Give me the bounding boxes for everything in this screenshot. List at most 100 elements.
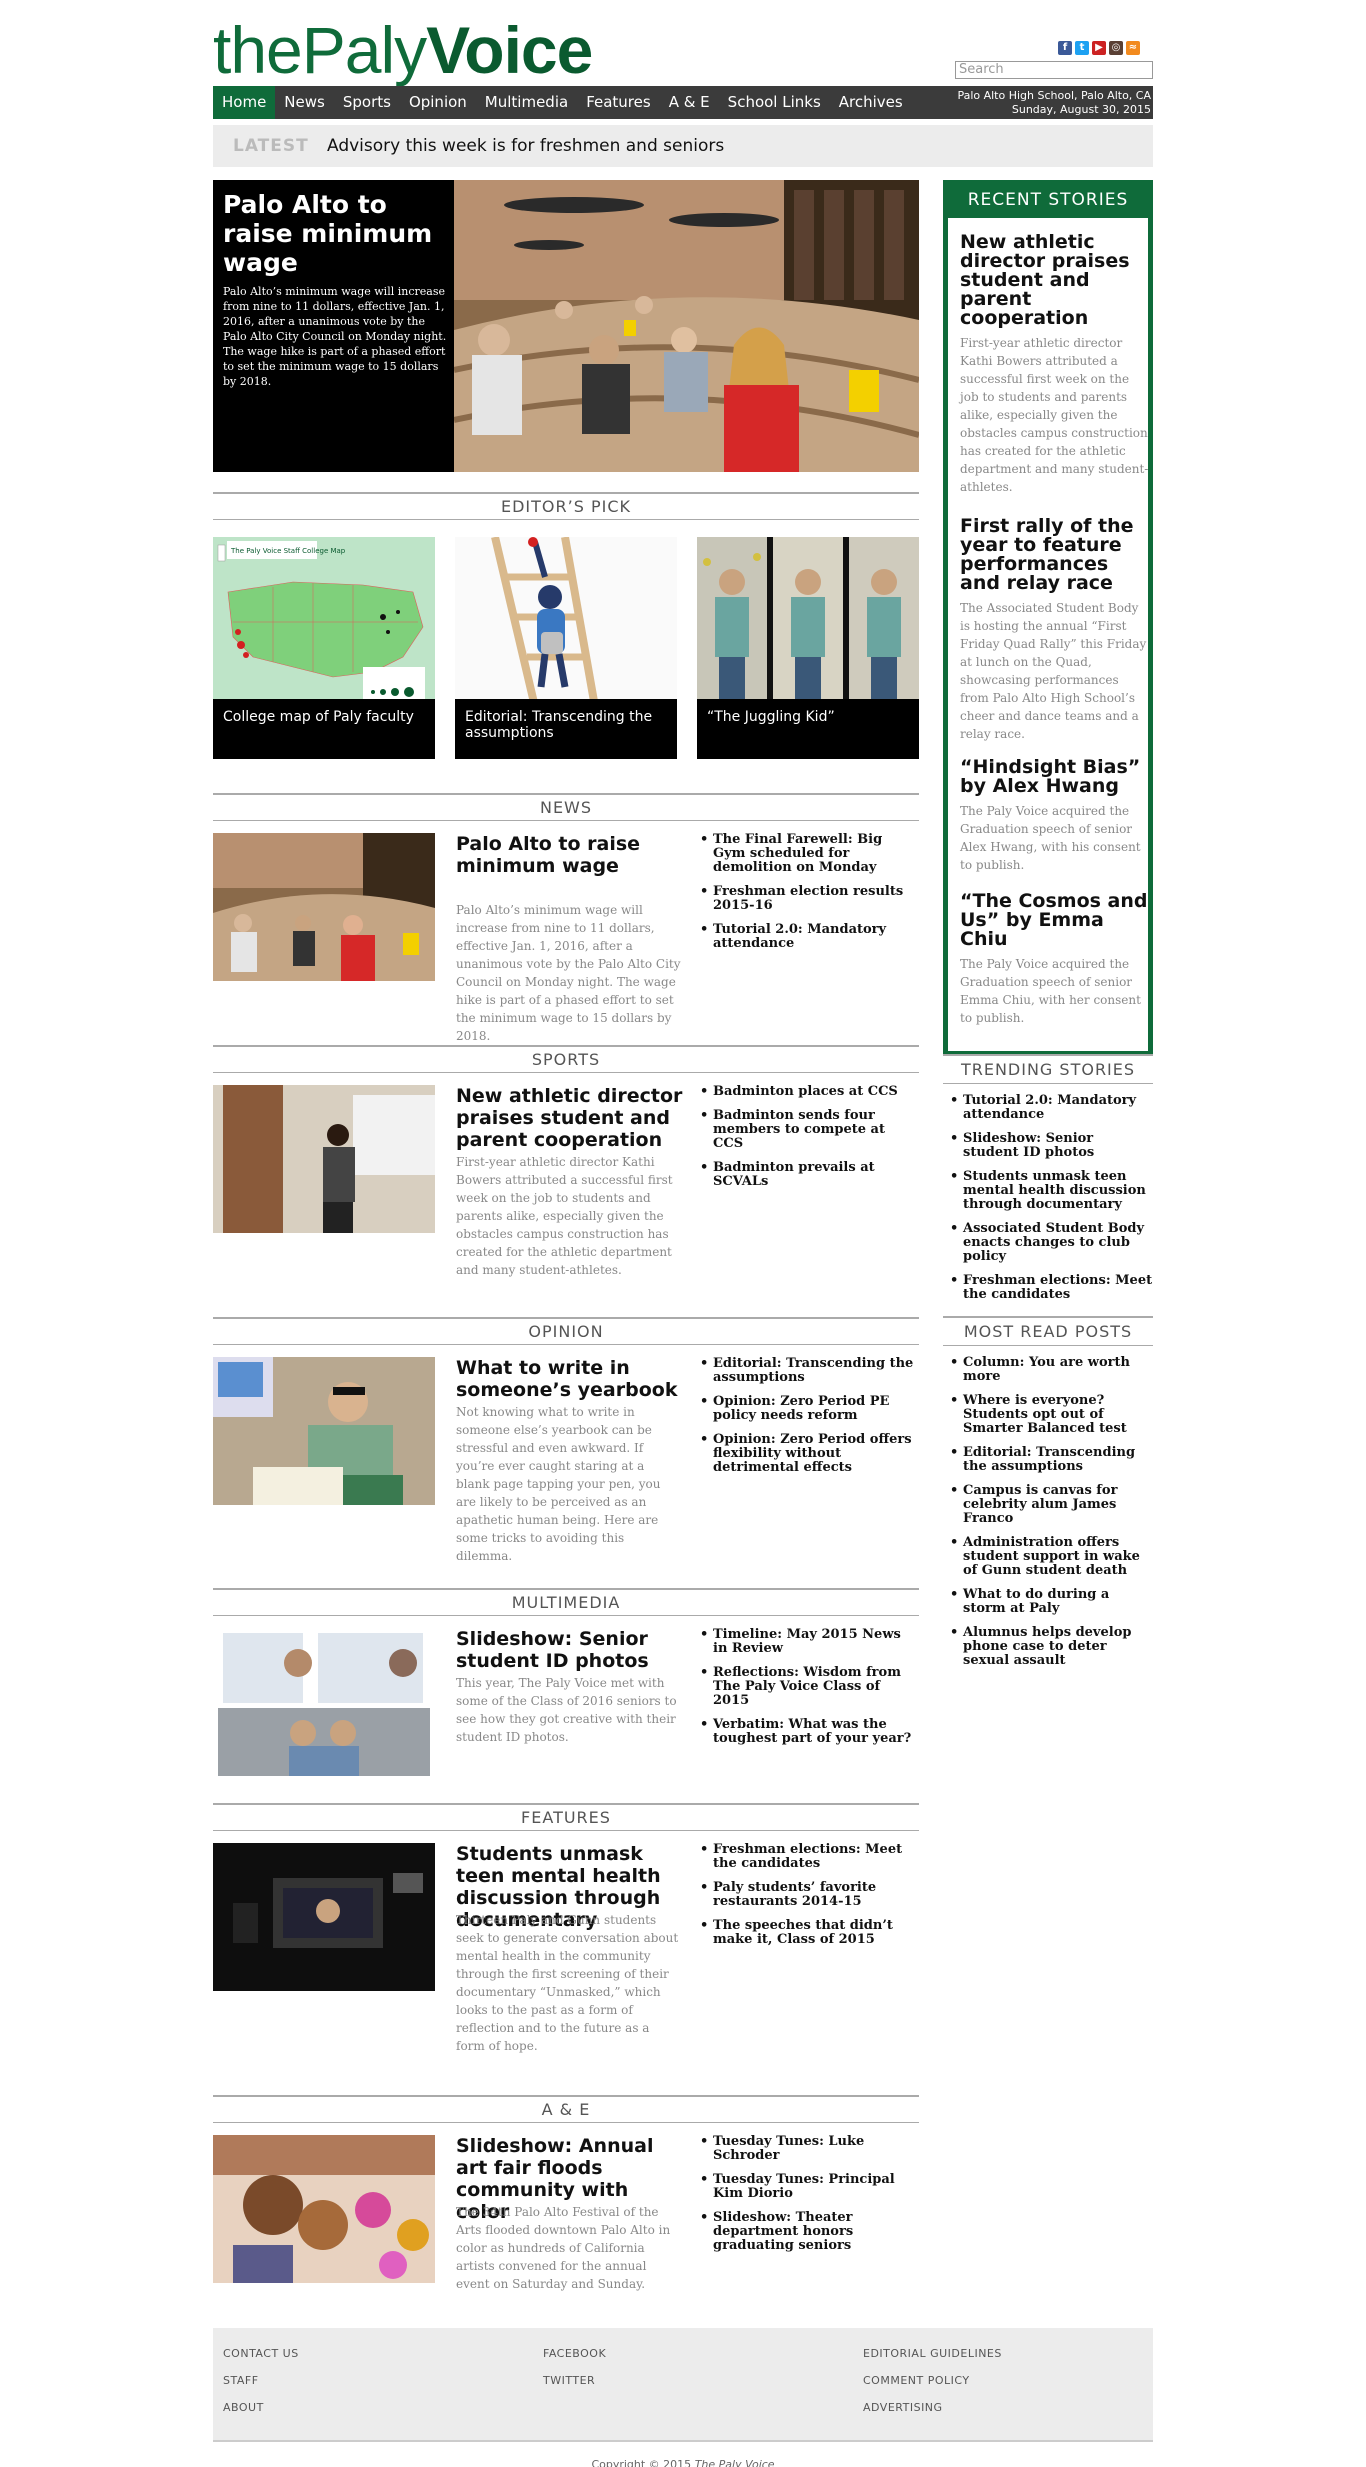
most-read-item[interactable]: Administration offers student support in…: [943, 1536, 1153, 1578]
section-link[interactable]: Editorial: Transcending the assumptions: [693, 1357, 918, 1385]
twitter-icon[interactable]: t: [1075, 41, 1089, 55]
news-thumbnail[interactable]: [213, 833, 435, 981]
trending-item[interactable]: Freshman elections: Meet the candidates: [943, 1274, 1153, 1302]
section-link[interactable]: Badminton sends four members to compete …: [693, 1109, 918, 1151]
facebook-icon[interactable]: f: [1058, 41, 1072, 55]
footer-link[interactable]: ABOUT: [223, 2402, 299, 2414]
main-navigation: Home News Sports Opinion Multimedia Features A…: [213, 86, 1153, 119]
footer-link[interactable]: EDITORIAL GUIDELINES: [863, 2348, 1002, 2360]
recent-story[interactable]: First rally of the year to feature perfo…: [960, 517, 1150, 743]
pick-caption[interactable]: “The Juggling Kid”: [697, 699, 919, 759]
recent-story-title[interactable]: “The Cosmos and Us” by Emma Chiu: [960, 892, 1150, 949]
footer-link[interactable]: FACEBOOK: [543, 2348, 606, 2360]
multimedia-thumbnail[interactable]: [213, 1628, 435, 1776]
nav-item[interactable]: News: [275, 86, 334, 119]
section-link[interactable]: Verbatim: What was the toughest part of …: [693, 1718, 918, 1746]
ae-thumbnail[interactable]: [213, 2135, 435, 2283]
pick-caption[interactable]: College map of Paly faculty: [213, 699, 435, 759]
most-read-item[interactable]: Where is everyone? Students opt out of S…: [943, 1394, 1153, 1436]
recent-story-title[interactable]: First rally of the year to feature perfo…: [960, 517, 1150, 593]
trending-item[interactable]: Associated Student Body enacts changes t…: [943, 1222, 1153, 1264]
footer-link[interactable]: TWITTER: [543, 2375, 606, 2387]
recent-story-summary: The Paly Voice acquired the Graduation s…: [960, 957, 1141, 1025]
section-row: Students unmask teen mental health discu…: [213, 1831, 919, 2053]
sports-thumbnail[interactable]: [213, 1085, 435, 1233]
most-read-item[interactable]: Alumnus helps develop phone case to dete…: [943, 1626, 1153, 1668]
section-heading: A & E: [213, 2095, 919, 2123]
section-link[interactable]: The speeches that didn’t make it, Class …: [693, 1919, 918, 1947]
recent-story[interactable]: New athletic director praises student an…: [960, 233, 1150, 496]
map-title: The Paly Voice Staff College Map: [230, 547, 346, 555]
section-row: What to write in someone’s yearbook Not k…: [213, 1345, 919, 1565]
section-link[interactable]: Freshman election results 2015-16: [693, 885, 918, 913]
section-story-title[interactable]: Slideshow: Senior student ID photos: [456, 1628, 686, 1672]
section-links: Editorial: Transcending the assumptions O…: [693, 1357, 918, 1485]
current-date: Sunday, August 30, 2015: [1011, 103, 1151, 116]
section-link[interactable]: Tuesday Tunes: Luke Schroder: [693, 2135, 918, 2163]
section-link[interactable]: Tuesday Tunes: Principal Kim Diorio: [693, 2173, 918, 2201]
section-story-summary: The 34th Palo Alto Festival of the Arts …: [456, 2205, 671, 2291]
copyright: Copyright © 2015 The Paly Voice: [213, 2458, 1153, 2467]
section-story-title[interactable]: What to write in someone’s yearbook: [456, 1357, 686, 1401]
recent-story-summary: The Paly Voice acquired the Graduation s…: [960, 804, 1141, 872]
recent-story-title[interactable]: “Hindsight Bias” by Alex Hwang: [960, 758, 1150, 796]
most-read-item[interactable]: Campus is canvas for celebrity alum Jame…: [943, 1484, 1153, 1526]
instagram-icon[interactable]: ◎: [1109, 41, 1123, 55]
footer-link[interactable]: COMMENT POLICY: [863, 2375, 1002, 2387]
recent-story[interactable]: “The Cosmos and Us” by Emma Chiu The Pal…: [960, 892, 1150, 1027]
most-read-heading: MOST READ POSTS: [943, 1316, 1153, 1346]
section-link[interactable]: Slideshow: Theater department honors gra…: [693, 2211, 918, 2253]
section-link[interactable]: Tutorial 2.0: Mandatory attendance: [693, 923, 918, 951]
nav-item[interactable]: A & E: [660, 86, 719, 119]
footer-link[interactable]: ADVERTISING: [863, 2402, 1002, 2414]
featured-story[interactable]: Palo Alto to raise minimum wage Palo Alt…: [213, 180, 919, 472]
section-story-title[interactable]: New athletic director praises student an…: [456, 1085, 686, 1151]
search-input[interactable]: Search: [955, 61, 1153, 79]
most-read-item[interactable]: Editorial: Transcending the assumptions: [943, 1446, 1153, 1474]
latest-headline[interactable]: Advisory this week is for freshmen and s…: [327, 136, 724, 156]
section-story-title[interactable]: Palo Alto to raise minimum wage: [456, 833, 686, 877]
recent-story[interactable]: “Hindsight Bias” by Alex Hwang The Paly …: [960, 758, 1150, 874]
nav-item[interactable]: Multimedia: [476, 86, 577, 119]
most-read-item[interactable]: What to do during a storm at Paly: [943, 1588, 1153, 1616]
footer-link[interactable]: CONTACT US: [223, 2348, 299, 2360]
logo-voice: Voice: [426, 13, 593, 87]
site-logo[interactable]: thePalyVoice: [213, 13, 593, 87]
trending-item[interactable]: Slideshow: Senior student ID photos: [943, 1132, 1153, 1160]
recent-story-title[interactable]: New athletic director praises student an…: [960, 233, 1150, 328]
section-link[interactable]: Timeline: May 2015 News in Review: [693, 1628, 918, 1656]
section-link[interactable]: Badminton prevails at SCVALs: [693, 1161, 918, 1189]
section-link[interactable]: Freshman elections: Meet the candidates: [693, 1843, 918, 1871]
nav-item[interactable]: Archives: [830, 86, 912, 119]
nav-item[interactable]: Home: [213, 86, 276, 119]
features-thumbnail[interactable]: [213, 1843, 435, 1991]
editors-pick-heading: EDITOR’S PICK: [213, 492, 919, 520]
section-row: New athletic director praises student an…: [213, 1073, 919, 1293]
trending-item[interactable]: Tutorial 2.0: Mandatory attendance: [943, 1094, 1153, 1122]
opinion-thumbnail[interactable]: [213, 1357, 435, 1505]
section-link[interactable]: The Final Farewell: Big Gym scheduled fo…: [693, 833, 918, 875]
most-read-item[interactable]: Column: You are worth more: [943, 1356, 1153, 1384]
section-link[interactable]: Badminton places at CCS: [693, 1085, 918, 1100]
rss-icon[interactable]: ≈: [1126, 41, 1140, 55]
section-link[interactable]: Opinion: Zero Period offers flexibility …: [693, 1433, 918, 1475]
nav-item[interactable]: Opinion: [400, 86, 476, 119]
featured-image[interactable]: [454, 180, 919, 472]
recent-stories-heading: RECENT STORIES: [948, 185, 1148, 218]
pick-caption[interactable]: Editorial: Transcending the assumptions: [455, 699, 677, 759]
pick-card-college-map[interactable]: The Paly Voice Staff College Map College…: [213, 537, 435, 759]
section-link[interactable]: Reflections: Wisdom from The Paly Voice …: [693, 1666, 918, 1708]
section-link[interactable]: Paly students’ favorite restaurants 2014…: [693, 1881, 918, 1909]
trending-item[interactable]: Students unmask teen mental health discu…: [943, 1170, 1153, 1212]
nav-item[interactable]: School Links: [719, 86, 830, 119]
latest-ticker: LATEST Advisory this week is for freshme…: [213, 125, 1153, 167]
youtube-icon[interactable]: ▶: [1092, 41, 1106, 55]
pick-card-editorial[interactable]: Editorial: Transcending the assumptions: [455, 537, 677, 759]
logo-the: the: [213, 13, 303, 87]
pick-card-juggling[interactable]: “The Juggling Kid”: [697, 537, 919, 759]
footer-link[interactable]: STAFF: [223, 2375, 299, 2387]
nav-item[interactable]: Features: [577, 86, 660, 119]
section-link[interactable]: Opinion: Zero Period PE policy needs ref…: [693, 1395, 918, 1423]
featured-title[interactable]: Palo Alto to raise minimum wage: [223, 190, 448, 277]
nav-item[interactable]: Sports: [334, 86, 400, 119]
